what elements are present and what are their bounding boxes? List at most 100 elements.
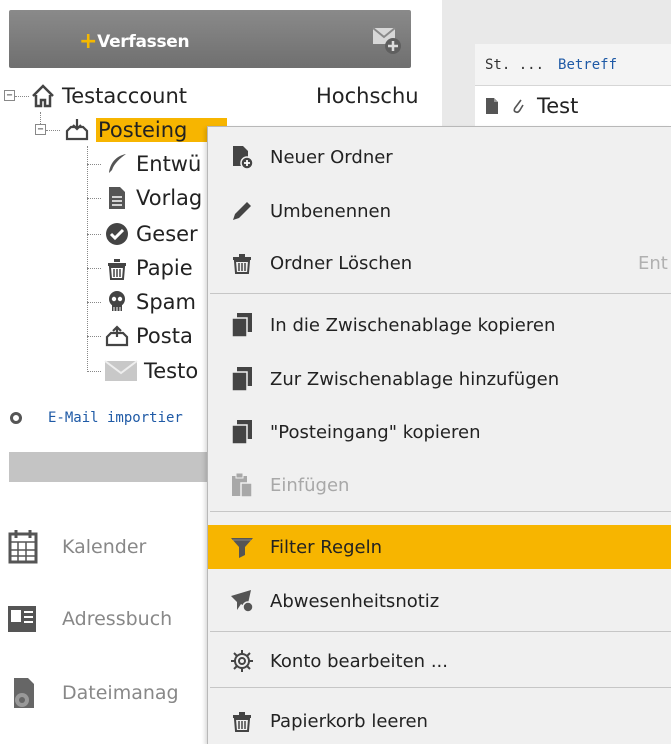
menu-item-filter-rules[interactable]: Filter Regeln <box>208 525 671 569</box>
menu-item-delete-folder[interactable]: Ordner Löschen Ent <box>208 241 671 285</box>
nav-filemanager[interactable]: Dateimanag <box>8 674 179 712</box>
menu-item-rename[interactable]: Umbenennen <box>208 189 671 233</box>
menu-item-shortcut: Ent <box>638 252 668 274</box>
tree-item-label: Posta <box>136 324 193 348</box>
tree-item-label: Spam <box>136 290 196 314</box>
nav-label: Dateimanag <box>62 682 179 704</box>
menu-item-label: Einfügen <box>270 474 350 496</box>
new-mail-icon <box>372 27 401 54</box>
tree-connector <box>87 198 101 199</box>
gear-icon <box>228 647 256 675</box>
document-icon <box>104 185 130 211</box>
paperclip-icon <box>513 99 524 114</box>
outbox-icon <box>104 323 130 349</box>
tree-connector <box>87 234 101 235</box>
menu-item-label: Zur Zwischenablage hinzufügen <box>270 368 560 390</box>
check-circle-icon <box>104 221 130 247</box>
filemanager-icon <box>14 678 34 708</box>
import-label: E-Mail importier <box>48 410 183 426</box>
tree-connector <box>87 164 101 165</box>
menu-item-label: Papierkorb leeren <box>270 710 428 732</box>
menu-item-label: Filter Regeln <box>270 536 382 558</box>
tree-connector <box>87 371 101 372</box>
tree-connector <box>46 130 60 131</box>
column-status[interactable]: St. ... <box>485 57 544 73</box>
menu-item-label: "Posteingang" kopieren <box>270 421 481 443</box>
nav-addressbook[interactable]: Adressbuch <box>8 600 172 638</box>
menu-item-label: Ordner Löschen <box>270 252 413 274</box>
tree-item-testfolder[interactable]: Testo <box>104 355 198 387</box>
tree-connector <box>87 302 101 303</box>
copy-icon <box>228 418 256 446</box>
menu-item-label: In die Zwischenablage kopieren <box>270 314 556 336</box>
envelope-icon <box>104 358 138 384</box>
menu-item-edit-account[interactable]: Konto bearbeiten ... <box>208 639 671 683</box>
expand-toggle-account[interactable]: − <box>4 90 15 101</box>
tree-connector <box>15 96 29 97</box>
menu-item-copy-inbox[interactable]: "Posteingang" kopieren <box>208 410 671 454</box>
copy-add-icon <box>228 365 256 393</box>
column-subject[interactable]: Betreff <box>558 57 617 73</box>
menu-item-copy-to-clipboard[interactable]: In die Zwischenablage kopieren <box>208 303 671 347</box>
menu-separator <box>210 687 671 688</box>
tree-item-spam[interactable]: Spam <box>104 286 196 318</box>
home-icon <box>30 83 56 109</box>
message-row[interactable]: Test <box>475 86 671 126</box>
feather-icon <box>104 151 130 177</box>
menu-item-label: Umbenennen <box>270 200 391 222</box>
tree-connector <box>87 146 88 372</box>
document-icon <box>486 98 498 114</box>
import-email-link[interactable]: E-Mail importier <box>10 410 183 426</box>
context-menu: Neuer Ordner Umbenennen Ordner Löschen E… <box>207 126 671 744</box>
menu-item-label: Abwesenheitsnotiz <box>270 590 440 612</box>
pencil-icon <box>228 197 256 225</box>
filter-icon <box>228 533 256 561</box>
expand-toggle-inbox[interactable]: − <box>35 124 46 135</box>
message-list-header: St. ... Betreff <box>475 44 671 86</box>
tree-item-templates[interactable]: Vorlag <box>104 182 202 214</box>
tree-connector <box>87 336 101 337</box>
compose-label: +Verfassen <box>79 29 190 54</box>
trash-icon <box>228 249 256 277</box>
nav-label: Kalender <box>62 536 147 558</box>
tree-connector <box>87 268 101 269</box>
menu-separator <box>210 293 671 294</box>
inbox-icon <box>64 117 90 143</box>
away-note-icon <box>228 587 256 615</box>
tree-item-label: Entwü <box>136 152 202 176</box>
menu-item-add-to-clipboard[interactable]: Zur Zwischenablage hinzufügen <box>208 357 671 401</box>
menu-item-empty-trash[interactable]: Papierkorb leeren <box>208 699 671 743</box>
new-folder-icon <box>228 143 256 171</box>
paste-icon <box>228 471 256 499</box>
tree-item-label: Geser <box>136 222 198 246</box>
nav-label: Adressbuch <box>62 608 173 630</box>
menu-item-label: Konto bearbeiten ... <box>270 650 448 672</box>
tree-item-label: Papie <box>136 256 193 280</box>
tree-item-label: Testo <box>144 359 199 383</box>
menu-separator <box>210 511 671 512</box>
compose-button[interactable]: +Verfassen <box>9 10 411 68</box>
tree-item-drafts[interactable]: Entwü <box>104 148 201 180</box>
trash-icon <box>228 707 256 735</box>
menu-item-label: Neuer Ordner <box>270 146 393 168</box>
menu-item-new-folder[interactable]: Neuer Ordner <box>208 135 671 179</box>
account-column-text: Hochschu <box>316 84 419 108</box>
import-icon <box>10 412 22 424</box>
tree-item-account[interactable]: Testaccount <box>30 80 187 112</box>
copy-icon <box>228 311 256 339</box>
nav-calendar[interactable]: Kalender <box>8 528 146 566</box>
tree-item-sent[interactable]: Geser <box>104 218 198 250</box>
addressbook-icon <box>8 606 36 632</box>
tree-item-label: Testaccount <box>62 84 188 108</box>
tree-item-inbox[interactable]: Posteing <box>64 114 228 146</box>
menu-item-paste: Einfügen <box>208 463 671 507</box>
tree-item-trash[interactable]: Papie <box>104 252 193 284</box>
message-subject: Test <box>537 94 579 118</box>
tree-item-label: Vorlag <box>136 186 203 210</box>
calendar-icon <box>8 530 38 564</box>
menu-separator <box>210 631 671 632</box>
skull-icon <box>104 289 130 315</box>
tree-item-outbox[interactable]: Posta <box>104 320 193 352</box>
trash-icon <box>104 255 130 281</box>
menu-item-away-note[interactable]: Abwesenheitsnotiz <box>208 579 671 623</box>
